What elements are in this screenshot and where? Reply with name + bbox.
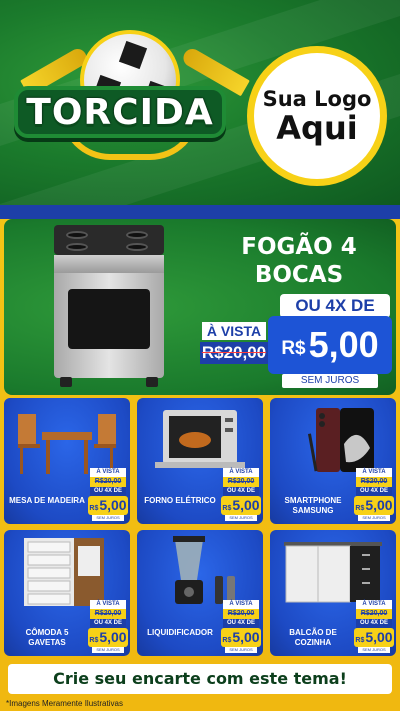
dresser-image xyxy=(24,538,104,606)
price-tag: R$5,00 xyxy=(354,628,394,647)
no-interest-label: SEM JUROS xyxy=(92,515,124,521)
kitchen-cabinet-image xyxy=(284,542,382,603)
price-currency: R$ xyxy=(222,505,232,512)
price-value: 5,00 xyxy=(365,497,393,513)
price-currency: R$ xyxy=(355,637,365,644)
price-value: 5,00 xyxy=(99,497,127,513)
product-card: FORNO ELÉTRICO À VISTA R$20,00 OU 4X DE … xyxy=(137,398,263,524)
installment-label: OU 4X DE xyxy=(356,487,392,496)
no-interest-label: SEM JUROS xyxy=(92,647,124,653)
oven-image xyxy=(155,410,245,468)
old-price: R$20,00 xyxy=(356,477,392,487)
product-name: FORNO ELÉTRICO xyxy=(144,496,216,505)
price-value: 5,00 xyxy=(232,497,260,513)
product-name: CÔMODA 5 GAVETAS xyxy=(25,628,69,647)
no-interest-label: SEM JUROS xyxy=(225,515,257,521)
disclaimer-text: *Imagens Meramente Ilustrativas xyxy=(6,699,123,708)
old-price: R$20,00 xyxy=(356,609,392,619)
logo-placeholder: Sua Logo Aqui xyxy=(247,46,387,186)
page-title: TORCIDA xyxy=(26,91,214,133)
cash-label: À VISTA xyxy=(223,600,259,609)
old-price: R$20,00 xyxy=(223,609,259,619)
product-card: CÔMODA 5 GAVETAS À VISTA R$20,00 OU 4X D… xyxy=(4,530,130,656)
installment-label: OU 4X DE xyxy=(356,619,392,628)
smartphone-image xyxy=(308,408,374,472)
featured-title-line2: BOCAS xyxy=(254,262,344,288)
no-interest-label: SEM JUROS xyxy=(358,647,390,653)
cash-label: À VISTA xyxy=(356,468,392,477)
installment-label: OU 4X DE xyxy=(223,619,259,628)
price-tag: R$5,00 xyxy=(88,496,128,515)
installment-label: OU 4X DE xyxy=(90,487,126,496)
logo-text-line1: Sua Logo xyxy=(262,87,372,111)
price-value: 5,00 xyxy=(232,629,260,645)
price-tag: R$5,00 xyxy=(221,496,261,515)
flyer-page: TORCIDA Sua Logo Aqui FOGÃO 4 BOCAS OU 4… xyxy=(0,0,400,711)
cash-label: À VISTA xyxy=(90,600,126,609)
cta-banner[interactable]: Crie seu encarte com este tema! xyxy=(8,664,392,694)
price-tag: R$5,00 xyxy=(88,628,128,647)
stove-image xyxy=(54,225,164,387)
product-card: LIQUIDIFICADOR À VISTA R$20,00 OU 4X DE … xyxy=(137,530,263,656)
featured-product-title: FOGÃO 4 BOCAS xyxy=(214,233,384,289)
old-price: R$20,00 xyxy=(90,609,126,619)
old-price: R$20,00 xyxy=(223,477,259,487)
blender-image xyxy=(173,536,235,604)
installment-label: OU 4X DE xyxy=(90,619,126,628)
price-currency: R$ xyxy=(355,505,365,512)
price-tag: R$5,00 xyxy=(354,496,394,515)
price-currency: R$ xyxy=(281,338,306,359)
cash-label: À VISTA xyxy=(223,468,259,477)
header-banner: TORCIDA Sua Logo Aqui xyxy=(0,0,400,205)
product-card: MESA DE MADEIRA À VISTA R$20,00 OU 4X DE… xyxy=(4,398,130,524)
product-name: BALCÃO DE COZINHA xyxy=(289,628,337,647)
price-currency: R$ xyxy=(89,505,99,512)
product-card: BALCÃO DE COZINHA À VISTA R$20,00 OU 4X … xyxy=(270,530,396,656)
logo-text-line2: Aqui xyxy=(276,109,358,147)
no-interest-label: SEM JUROS xyxy=(282,374,378,388)
old-price: R$20,00 xyxy=(90,477,126,487)
cash-label: À VISTA xyxy=(90,468,126,477)
product-name: SMARTPHONE SAMSUNG xyxy=(284,496,342,515)
price-tag: R$5,00 xyxy=(221,628,261,647)
product-card: SMARTPHONE SAMSUNG À VISTA R$20,00 OU 4X… xyxy=(270,398,396,524)
price-currency: R$ xyxy=(222,637,232,644)
no-interest-label: SEM JUROS xyxy=(358,515,390,521)
price-box: R$ 5,00 xyxy=(268,316,392,374)
price-value: 5,00 xyxy=(308,324,379,365)
cash-label: À VISTA xyxy=(202,322,266,340)
price-currency: R$ xyxy=(89,637,99,644)
table-chairs-image xyxy=(18,414,116,474)
featured-title-line1: FOGÃO 4 xyxy=(241,234,357,260)
title-plate: TORCIDA xyxy=(14,86,226,138)
installment-label: OU 4X DE xyxy=(280,294,390,318)
cash-label: À VISTA xyxy=(356,600,392,609)
installment-label: OU 4X DE xyxy=(223,487,259,496)
old-price: R$20,00 xyxy=(200,342,268,364)
product-name: LIQUIDIFICADOR xyxy=(147,628,213,637)
price-value: 5,00 xyxy=(365,629,393,645)
no-interest-label: SEM JUROS xyxy=(225,647,257,653)
price-value: 5,00 xyxy=(99,629,127,645)
product-name: MESA DE MADEIRA xyxy=(9,496,85,505)
